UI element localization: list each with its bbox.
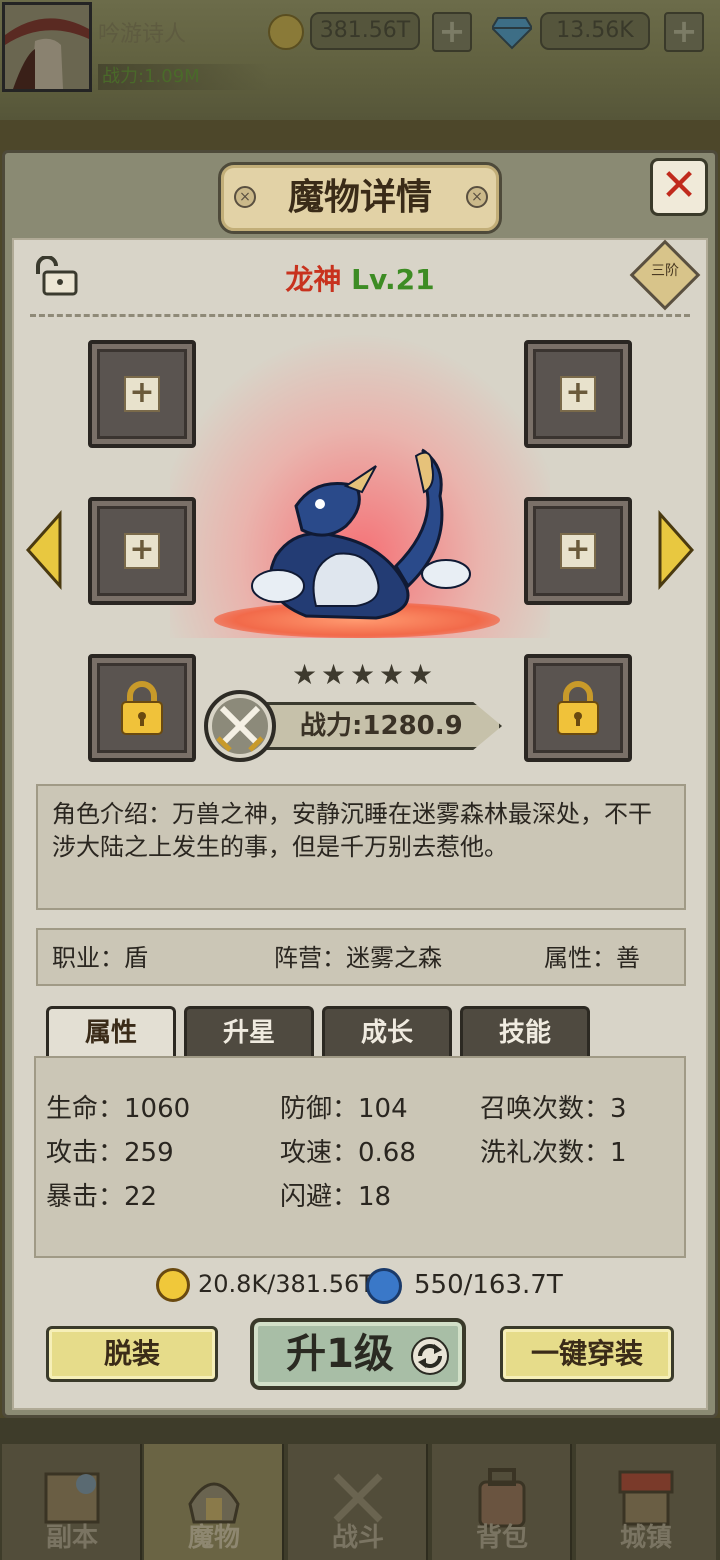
star-icon: ★ (349, 658, 376, 691)
unlock-icon[interactable] (32, 256, 78, 296)
stats-panel: 生命：1060 防御：104 召唤次数：3 攻击：259 攻速：0.68 洗礼次… (34, 1056, 686, 1258)
gold-coin-icon (268, 14, 304, 50)
nav-battle[interactable]: 战斗 (288, 1444, 428, 1560)
tab-skills[interactable]: 技能 (460, 1006, 590, 1058)
stat-summons: 召唤次数：3 (480, 1094, 627, 1124)
essence-cost: 550/163.7T (414, 1270, 563, 1300)
grade-label: 三阶 (651, 263, 679, 279)
gold-amount: 381.56T (310, 12, 420, 50)
stat-baptism: 洗礼次数：1 (480, 1138, 627, 1168)
nav-dungeon[interactable]: 副本 (2, 1444, 142, 1560)
equip-all-button[interactable]: 一键穿装 (500, 1326, 674, 1382)
player-name: 吟游诗人 (98, 22, 187, 47)
nav-town[interactable]: 城镇 (576, 1444, 716, 1560)
equip-slot-1[interactable]: + (88, 340, 196, 448)
nav-label: 战斗 (331, 1523, 384, 1553)
job-label: 职业：盾 (52, 944, 148, 972)
equip-slot-2[interactable]: + (524, 340, 632, 448)
star-icon: ★ (291, 658, 318, 691)
star-icon: ★ (320, 658, 347, 691)
stat-atkspd: 攻速：0.68 (280, 1138, 416, 1168)
nav-label: 魔物 (187, 1523, 240, 1553)
nav-label: 背包 (475, 1523, 528, 1553)
add-gold-button[interactable]: + (432, 12, 472, 52)
stat-crit: 暴击：22 (46, 1182, 158, 1212)
plus-icon: + (560, 376, 596, 412)
star-icon: ★ (378, 658, 405, 691)
stat-dodge: 闪避：18 (280, 1182, 392, 1212)
equip-slot-4[interactable]: + (524, 497, 632, 605)
diamond-icon (492, 17, 532, 50)
plus-icon: + (124, 376, 160, 412)
attribute-label: 属性：善 (544, 944, 640, 972)
locked-slot-1[interactable] (88, 654, 196, 762)
monster-level: Lv.21 (351, 263, 435, 296)
tab-growth[interactable]: 成长 (322, 1006, 452, 1058)
stat-def: 防御：104 (280, 1094, 408, 1124)
padlock-icon (121, 681, 163, 735)
nav-monster[interactable]: 魔物 (144, 1444, 284, 1560)
next-arrow-icon[interactable] (656, 510, 696, 590)
plus-icon: + (124, 533, 160, 569)
monster-info-bar: 职业：盾 阵营：迷雾之森 属性：善 (36, 928, 686, 986)
unequip-button[interactable]: 脱装 (46, 1326, 218, 1382)
essence-orb-icon (366, 1268, 402, 1304)
nav-label: 副本 (45, 1523, 98, 1553)
add-diamond-button[interactable]: + (664, 12, 704, 52)
plus-icon: + (560, 533, 596, 569)
gold-cost: 20.8K/381.56T (198, 1270, 374, 1298)
player-power: 战力:1.09M (98, 64, 268, 90)
bard-portrait-icon (5, 5, 89, 89)
faction-label: 阵营：迷雾之森 (274, 944, 442, 972)
monster-name: 龙神 (285, 263, 342, 296)
star-icon: ★ (407, 658, 434, 691)
level-up-label: 升1级 (286, 1331, 394, 1377)
dragon-icon[interactable] (236, 446, 488, 626)
nav-label: 城镇 (619, 1523, 672, 1553)
locked-slot-2[interactable] (524, 654, 632, 762)
divider (30, 314, 690, 317)
tab-star-up[interactable]: 升星 (184, 1006, 314, 1058)
stat-hp: 生命：1060 (46, 1094, 191, 1124)
equip-slot-3[interactable]: + (88, 497, 196, 605)
star-rating: ★ ★ ★ ★ ★ (290, 660, 436, 690)
stat-atk: 攻击：259 (46, 1138, 174, 1168)
monster-title: 龙神 Lv.21 (250, 258, 470, 298)
close-button[interactable]: ✕ (650, 158, 708, 216)
gold-coin-icon (156, 1268, 190, 1302)
auto-cycle-icon[interactable] (410, 1336, 450, 1376)
dialog-title: 魔物详情 (287, 177, 432, 218)
crossed-swords-icon (204, 690, 276, 762)
tab-attributes[interactable]: 属性 (46, 1006, 176, 1058)
monster-description: 角色介绍：万兽之神，安静沉睡在迷雾森林最深处，不干涉大陆之上发生的事，但是千万别… (36, 784, 686, 910)
prev-arrow-icon[interactable] (24, 510, 64, 590)
diamond-amount: 13.56K (540, 12, 650, 50)
padlock-icon (557, 681, 599, 735)
player-avatar[interactable] (2, 2, 92, 92)
nav-backpack[interactable]: 背包 (432, 1444, 572, 1560)
monster-power: 战力:1280.9 (300, 711, 463, 741)
